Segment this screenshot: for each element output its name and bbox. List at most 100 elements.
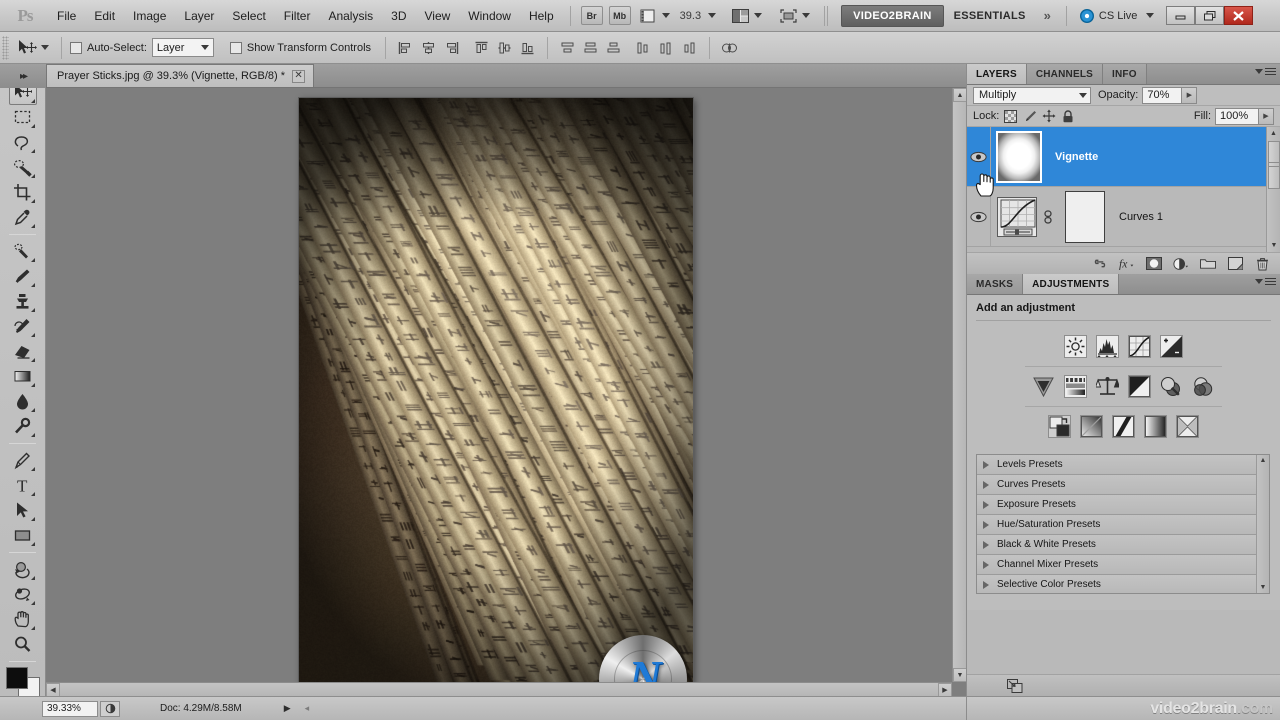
layer-mask-link-icon[interactable] <box>1041 210 1055 224</box>
workspace-overflow-button[interactable]: » <box>1036 8 1059 23</box>
distribute-right-edges-icon[interactable] <box>680 38 699 58</box>
preset-exposure-presets[interactable]: Exposure Presets <box>977 495 1269 515</box>
preset-expand-arrow-icon[interactable] <box>983 561 989 569</box>
brightness-contrast-icon[interactable] <box>1064 335 1087 358</box>
color-swatches[interactable] <box>6 667 40 699</box>
tool-submenu-triangle-icon[interactable] <box>31 358 35 362</box>
levels-icon[interactable] <box>1096 335 1119 358</box>
new-layer-icon[interactable] <box>1227 256 1243 272</box>
view-extras-button[interactable] <box>636 6 672 26</box>
minimize-button[interactable] <box>1166 6 1195 25</box>
show-transform-controls-checkbox[interactable] <box>230 42 242 54</box>
tool-submenu-triangle-icon[interactable] <box>31 224 35 228</box>
preset-expand-arrow-icon[interactable] <box>983 481 989 489</box>
rectangular-marquee-tool[interactable] <box>9 105 37 130</box>
crop-tool[interactable] <box>9 180 37 205</box>
workspace-video2brain-button[interactable]: VIDEO2BRAIN <box>841 5 943 27</box>
preset-expand-arrow-icon[interactable] <box>983 501 989 509</box>
presets-scrollbar[interactable]: ▲ ▼ <box>1256 455 1269 593</box>
tool-submenu-triangle-icon[interactable] <box>31 333 35 337</box>
menu-view[interactable]: View <box>415 5 459 27</box>
canvas-vertical-scrollbar[interactable]: ▲ ▼ <box>952 88 966 682</box>
menu-window[interactable]: Window <box>459 5 520 27</box>
lock-all-icon[interactable] <box>1060 109 1075 124</box>
align-left-edges-icon[interactable] <box>396 38 415 58</box>
menu-edit[interactable]: Edit <box>85 5 124 27</box>
preset-curves-presets[interactable]: Curves Presets <box>977 475 1269 495</box>
arrange-documents-button[interactable] <box>728 6 764 26</box>
layer-scroll-down-icon[interactable]: ▼ <box>1267 239 1280 252</box>
tool-submenu-triangle-icon[interactable] <box>31 283 35 287</box>
screen-mode-chevron-down-icon[interactable] <box>802 13 810 18</box>
horizontal-type-tool[interactable]: T <box>9 473 37 498</box>
tool-submenu-triangle-icon[interactable] <box>31 433 35 437</box>
layer-visibility-toggle-vignette[interactable] <box>967 127 991 186</box>
lock-image-pixels-icon[interactable] <box>1022 109 1037 124</box>
distribute-horizontal-centers-icon[interactable] <box>657 38 676 58</box>
blend-mode-dropdown[interactable]: Multiply <box>973 87 1091 104</box>
launch-bridge-button[interactable]: Br <box>581 6 603 25</box>
layer-row-vignette[interactable]: Vignette <box>967 127 1280 187</box>
preset-hue-saturation-presets[interactable]: Hue/Saturation Presets <box>977 515 1269 535</box>
align-top-edges-icon[interactable] <box>472 38 491 58</box>
layers-panel-menu-button[interactable] <box>1251 68 1276 75</box>
tool-submenu-triangle-icon[interactable] <box>31 258 35 262</box>
distribute-left-edges-icon[interactable] <box>634 38 653 58</box>
align-bottom-edges-icon[interactable] <box>518 38 537 58</box>
layer-scroll-up-icon[interactable]: ▲ <box>1267 127 1280 140</box>
blur-tool[interactable] <box>9 389 37 414</box>
layer-mask-thumbnail-curves-1[interactable] <box>1065 191 1105 243</box>
spot-healing-brush-tool[interactable] <box>9 239 37 264</box>
adjustment-presets-list[interactable]: Levels Presets Curves Presets Exposure Pre… <box>976 454 1270 594</box>
menu-help[interactable]: Help <box>520 5 563 27</box>
curves-icon[interactable] <box>1128 335 1151 358</box>
3d-axis-icon[interactable] <box>720 38 739 58</box>
restore-button[interactable] <box>1195 6 1224 25</box>
document-image[interactable] <box>299 98 693 690</box>
preset-channel-mixer-presets[interactable]: Channel Mixer Presets <box>977 555 1269 575</box>
tab-masks[interactable]: MASKS <box>967 274 1023 294</box>
rectangle-shape-tool[interactable] <box>9 523 37 548</box>
black-and-white-icon[interactable] <box>1128 375 1151 398</box>
lasso-tool[interactable] <box>9 130 37 155</box>
tool-submenu-triangle-icon[interactable] <box>31 308 35 312</box>
preset-black-white-presets[interactable]: Black & White Presets <box>977 535 1269 555</box>
arrange-documents-chevron-down-icon[interactable] <box>754 13 762 18</box>
align-horizontal-centers-icon[interactable] <box>419 38 438 58</box>
lock-position-icon[interactable] <box>1041 109 1056 124</box>
preset-expand-arrow-icon[interactable] <box>983 581 989 589</box>
presets-scroll-down-icon[interactable]: ▼ <box>1260 582 1267 593</box>
expand-panel-icon[interactable] <box>1007 679 1023 693</box>
hand-tool[interactable] <box>9 607 37 632</box>
lock-transparent-pixels-icon[interactable] <box>1003 109 1018 124</box>
screen-mode-button[interactable] <box>776 6 812 26</box>
tool-submenu-triangle-icon[interactable] <box>31 601 35 605</box>
preset-levels-presets[interactable]: Levels Presets <box>977 455 1269 475</box>
preset-expand-arrow-icon[interactable] <box>983 521 989 529</box>
preset-selective-color-presets[interactable]: Selective Color Presets <box>977 575 1269 594</box>
threshold-icon[interactable] <box>1112 415 1135 438</box>
gradient-map-icon[interactable] <box>1144 415 1167 438</box>
layer-scroll-thumb[interactable] <box>1268 141 1280 189</box>
tool-submenu-triangle-icon[interactable] <box>31 492 35 496</box>
align-vertical-centers-icon[interactable] <box>495 38 514 58</box>
menu-filter[interactable]: Filter <box>275 5 320 27</box>
tool-submenu-triangle-icon[interactable] <box>31 383 35 387</box>
invert-icon[interactable] <box>1048 415 1071 438</box>
menu-3d[interactable]: 3D <box>382 5 415 27</box>
opacity-field[interactable]: 70% <box>1142 87 1182 104</box>
layer-list-scrollbar[interactable]: ▲ ▼ <box>1266 127 1280 252</box>
scroll-left-arrow-icon[interactable]: ◀ <box>46 683 60 697</box>
tools-collapse-button[interactable]: ▸▸ <box>0 64 46 88</box>
path-selection-tool[interactable] <box>9 498 37 523</box>
quick-selection-tool[interactable] <box>9 155 37 180</box>
options-bar-grip[interactable] <box>2 36 9 60</box>
status-popup-arrow-icon[interactable]: ▶ <box>284 703 291 714</box>
tool-submenu-triangle-icon[interactable] <box>31 626 35 630</box>
proof-preview-icon[interactable] <box>100 701 120 717</box>
active-tool-preset-button[interactable] <box>15 38 51 58</box>
status-zoom-field[interactable]: 39.33% <box>42 701 98 717</box>
tool-submenu-triangle-icon[interactable] <box>31 149 35 153</box>
layer-visibility-toggle-curves-1[interactable] <box>967 187 991 246</box>
3d-camera-orbit-tool[interactable] <box>9 582 37 607</box>
